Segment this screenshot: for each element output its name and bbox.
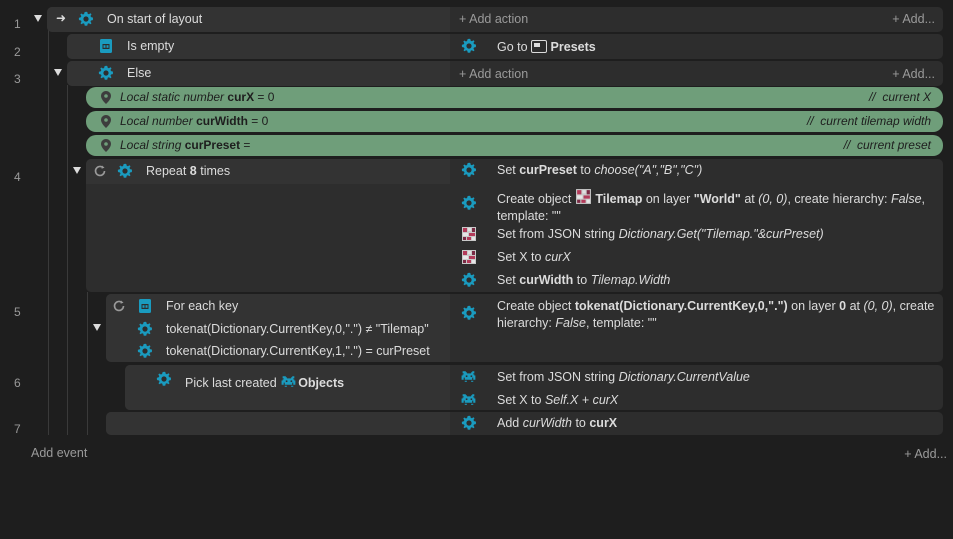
system-icon — [117, 163, 133, 179]
action-create-tilemap[interactable]: Create object Tilemap on layer "World" a… — [497, 188, 937, 225]
condition-area[interactable] — [67, 61, 450, 86]
condition-area[interactable] — [86, 159, 450, 184]
pin-icon — [101, 139, 111, 152]
system-icon — [461, 195, 477, 211]
local-variable-curpreset[interactable]: Local string curPreset = // current pres… — [86, 135, 943, 156]
action-set-curwidth[interactable]: Set curWidth to Tilemap.Width — [497, 273, 670, 287]
action-set-curpreset[interactable]: Set curPreset to choose("A","B","C") — [497, 163, 702, 177]
nesting-guide — [87, 292, 88, 435]
layout-icon — [531, 40, 548, 53]
tilemap-icon — [462, 227, 476, 241]
action-create-object[interactable]: Create object tokenat(Dictionary.Current… — [497, 298, 937, 332]
system-icon — [461, 305, 477, 321]
nesting-guide — [48, 30, 49, 435]
line-number: 1 — [14, 17, 21, 31]
action-set-x[interactable]: Set X to Self.X + curX — [497, 393, 618, 407]
family-icon — [281, 376, 296, 387]
condition-for-each: For each key — [166, 299, 239, 313]
collapse-toggle-icon[interactable] — [93, 324, 101, 331]
family-icon — [461, 371, 476, 382]
add-action-button[interactable]: + Add action — [459, 12, 528, 26]
nesting-guide — [67, 85, 68, 435]
condition-area[interactable] — [106, 412, 450, 435]
action-set-x[interactable]: Set X to curX — [497, 250, 571, 264]
condition-text: On start of layout — [107, 12, 203, 26]
comment: // current X — [868, 90, 931, 104]
event-block-6[interactable]: Pick last created Objects Set from JSON … — [125, 365, 943, 410]
add-event-button[interactable]: Add event — [31, 446, 87, 460]
local-variable-curwidth[interactable]: Local number curWidth = 0 // current til… — [86, 111, 943, 132]
condition-area[interactable] — [67, 34, 450, 59]
tilemap-icon — [462, 250, 476, 264]
system-icon — [98, 65, 114, 81]
condition-text: Is empty — [127, 39, 175, 53]
system-icon — [78, 11, 94, 27]
plus-icon: + — [904, 447, 912, 461]
add-button[interactable]: + Add... — [904, 447, 947, 461]
condition-compare[interactable]: tokenat(Dictionary.CurrentKey,1,".") = c… — [166, 344, 430, 358]
pin-icon — [101, 115, 111, 128]
line-number: 7 — [14, 422, 21, 436]
condition-compare[interactable]: tokenat(Dictionary.CurrentKey,0,".") ≠ "… — [166, 322, 429, 336]
pin-icon — [101, 91, 111, 104]
comment: // current tilemap width — [806, 114, 931, 128]
line-number: 5 — [14, 305, 21, 319]
plus-icon: + — [459, 67, 467, 81]
dictionary-icon — [137, 298, 153, 314]
system-icon — [461, 162, 477, 178]
condition-text: Repeat 8 times — [146, 164, 231, 178]
plus-icon: + — [892, 12, 900, 26]
action-text[interactable]: Go to Presets — [497, 40, 596, 54]
system-icon — [137, 343, 153, 359]
plus-icon: + — [892, 67, 900, 81]
collapse-toggle-icon[interactable] — [54, 69, 62, 76]
dictionary-icon — [98, 38, 114, 54]
trigger-arrow-icon: ➜ — [56, 11, 67, 25]
loop-icon — [94, 165, 106, 177]
action-set-from-json[interactable]: Set from JSON string Dictionary.CurrentV… — [497, 370, 750, 384]
event-block-5[interactable]: For each key tokenat(Dictionary.CurrentK… — [93, 294, 943, 362]
add-button[interactable]: + Add... — [892, 12, 935, 26]
action-add-to-var[interactable]: Add curWidth to curX — [497, 416, 617, 430]
line-number: 6 — [14, 376, 21, 390]
system-icon — [461, 38, 477, 54]
collapse-toggle-icon[interactable] — [34, 15, 42, 22]
event-block-7[interactable]: Add curWidth to curX — [106, 412, 943, 435]
plus-icon: + — [459, 12, 467, 26]
line-number: 3 — [14, 72, 21, 86]
condition-text: Pick last created Objects — [185, 373, 344, 390]
system-icon — [461, 415, 477, 431]
family-icon — [461, 394, 476, 405]
condition-text: Else — [127, 66, 152, 80]
event-block-3[interactable]: Else + Add action + Add... — [54, 61, 943, 86]
loop-icon — [113, 300, 125, 312]
local-variable-curx[interactable]: Local static number curX = 0 // current … — [86, 87, 943, 108]
event-block-2[interactable]: Is empty Go to Presets — [67, 34, 943, 59]
add-action-button[interactable]: + Add action — [459, 67, 528, 81]
action-set-from-json[interactable]: Set from JSON string Dictionary.Get("Til… — [497, 227, 824, 241]
system-icon — [461, 272, 477, 288]
system-icon — [137, 321, 153, 337]
event-block-4[interactable]: Repeat 8 times Set curPreset to choose("… — [73, 159, 943, 292]
collapse-toggle-icon[interactable] — [73, 167, 81, 174]
event-block-1[interactable]: ➜ On start of layout + Add action + Add.… — [34, 7, 943, 32]
comment: // current preset — [843, 138, 931, 152]
tilemap-icon — [575, 189, 591, 204]
system-icon — [156, 371, 172, 387]
line-number: 2 — [14, 45, 21, 59]
line-number: 4 — [14, 170, 21, 184]
add-button[interactable]: + Add... — [892, 67, 935, 81]
